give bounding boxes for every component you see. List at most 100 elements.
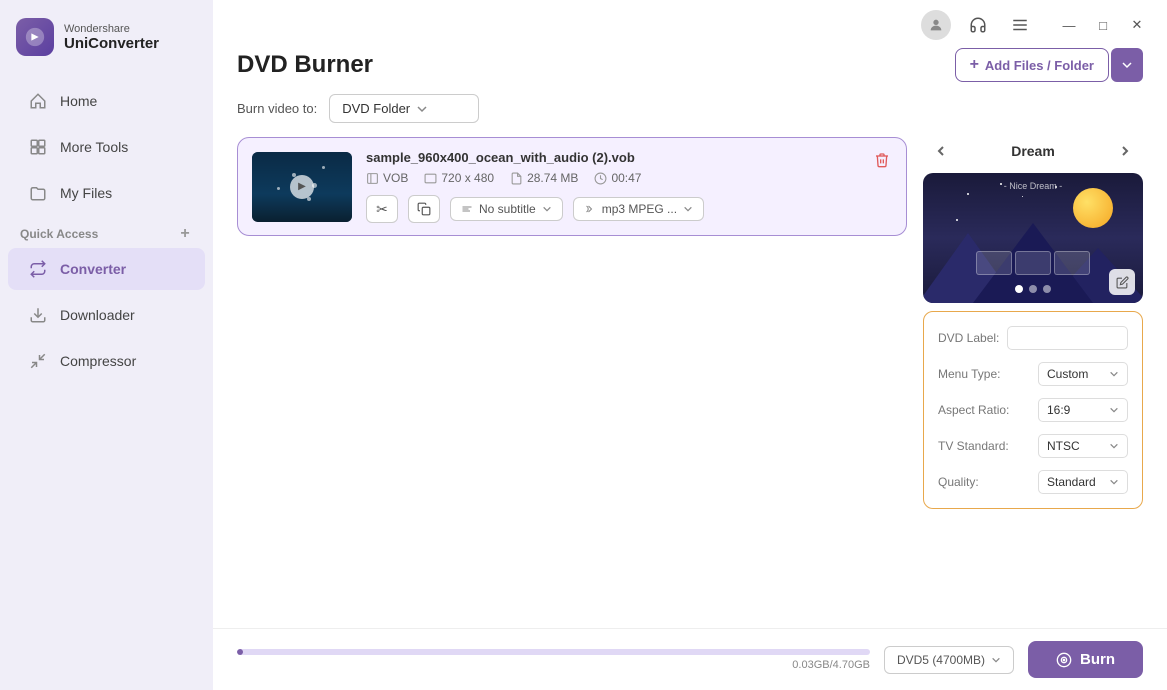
theme-edit-button[interactable] [1109,269,1135,295]
add-files-dropdown-button[interactable] [1111,48,1143,82]
aspect-ratio-label: Aspect Ratio: [938,403,1009,417]
progress-bar-area: 0.03GB/4.70GB [237,649,870,671]
user-avatar-icon[interactable] [921,10,951,40]
tv-standard-chevron-icon [1109,441,1119,451]
downloader-icon [28,305,48,325]
sidebar-item-downloader[interactable]: Downloader [8,294,205,336]
format-icon [366,172,379,185]
theme-dot-2 [1029,285,1037,293]
tv-standard-label: TV Standard: [938,439,1009,453]
main-content: — □ ✕ DVD Burner + Add Files / Folder Bu… [213,0,1167,690]
audio-chevron-icon [683,204,693,214]
logo-brand: Wondershare [64,23,159,35]
burn-to-label: Burn video to: [237,101,317,116]
file-duration-value: 00:47 [611,171,641,185]
burn-to-select[interactable]: DVD Folder [329,94,479,123]
quick-access-add-btn[interactable]: + [177,226,193,242]
logo-name: UniConverter [64,35,159,52]
quality-label: Quality: [938,475,979,489]
moon-decoration [1073,188,1113,228]
audio-icon [584,203,596,215]
sidebar-item-my-files-label: My Files [60,185,112,201]
quality-row: Quality: Standard [938,470,1128,494]
subtitle-value: No subtitle [479,202,536,216]
disc-value: DVD5 (4700MB) [897,653,985,667]
resolution-icon [424,172,437,185]
minimize-button[interactable]: — [1055,11,1083,39]
theme-next-button[interactable] [1111,137,1139,165]
progress-info: 0.03GB/4.70GB [237,659,870,671]
file-size: 28.74 MB [510,171,578,185]
tv-standard-row: TV Standard: NTSC [938,434,1128,458]
burn-to-value: DVD Folder [342,101,410,116]
subtitle-select[interactable]: No subtitle [450,197,563,221]
delete-file-button[interactable] [870,148,894,172]
quality-chevron-icon [1109,477,1119,487]
burn-icon [1056,652,1072,668]
menu-icon[interactable] [1005,10,1035,40]
sidebar-item-downloader-label: Downloader [60,307,135,323]
theme-name: Dream [1011,143,1055,159]
burn-button[interactable]: Burn [1028,641,1143,678]
disc-select[interactable]: DVD5 (4700MB) [884,646,1014,674]
audio-select[interactable]: mp3 MPEG ... [573,197,704,221]
theme-nav: Dream [923,137,1143,173]
copy-button[interactable] [408,195,440,223]
file-name: sample_960x400_ocean_with_audio (2).vob [366,150,892,165]
add-files-area: + Add Files / Folder [955,48,1143,82]
sidebar-item-more-tools[interactable]: More Tools [8,126,205,168]
file-format-value: VOB [383,171,408,185]
quality-select[interactable]: Standard [1038,470,1128,494]
workspace: ▶ sample_960x400_ocean_with_audio (2).vo… [213,137,1167,628]
maximize-button[interactable]: □ [1089,11,1117,39]
bottom-bar: 0.03GB/4.70GB DVD5 (4700MB) Burn [213,628,1167,690]
dvd-label-input[interactable] [1007,326,1128,350]
cut-button[interactable]: ✂ [366,195,398,223]
burn-label: Burn [1080,651,1115,668]
menu-type-select[interactable]: Custom [1038,362,1128,386]
file-meta: VOB 720 x 480 [366,171,892,185]
converter-icon [28,259,48,279]
right-panel: Dream [923,137,1143,628]
chevron-down-icon [416,103,428,115]
sidebar-item-home-label: Home [60,93,97,109]
menu-type-value: Custom [1047,367,1088,381]
file-card: ▶ sample_960x400_ocean_with_audio (2).vo… [237,137,907,236]
sidebar-item-converter[interactable]: Converter [8,248,205,290]
close-button[interactable]: ✕ [1123,11,1151,39]
sidebar-item-my-files[interactable]: My Files [8,172,205,214]
sidebar-item-converter-label: Converter [60,261,126,277]
file-resolution-value: 720 x 480 [441,171,494,185]
theme-dot-3 [1043,285,1051,293]
thumb-mini-2 [1015,251,1051,275]
size-icon [510,172,523,185]
dvd-label-row: DVD Label: [938,326,1128,350]
theme-dot-1 [1015,285,1023,293]
tv-standard-value: NTSC [1047,439,1080,453]
add-files-label: Add Files / Folder [985,58,1094,73]
topbar: — □ ✕ [213,0,1167,40]
headset-icon[interactable] [963,10,993,40]
quality-value: Standard [1047,475,1096,489]
duration-icon [594,172,607,185]
aspect-ratio-select[interactable]: 16:9 [1038,398,1128,422]
sidebar-item-compressor[interactable]: Compressor [8,340,205,382]
tv-standard-select[interactable]: NTSC [1038,434,1128,458]
file-resolution: 720 x 480 [424,171,494,185]
my-files-icon [28,183,48,203]
sidebar-item-home[interactable]: Home [8,80,205,122]
app-logo-icon [16,18,54,56]
sidebar: Wondershare UniConverter Home [0,0,213,690]
file-format: VOB [366,171,408,185]
file-list-area: ▶ sample_960x400_ocean_with_audio (2).vo… [237,137,907,628]
add-files-button[interactable]: + Add Files / Folder [955,48,1109,82]
dvd-label-label: DVD Label: [938,331,999,345]
compressor-icon [28,351,48,371]
theme-prev-button[interactable] [927,137,955,165]
thumb-strip [976,251,1090,275]
theme-preview: - Nice Dream - [923,173,1143,303]
thumb-mini-3 [1054,251,1090,275]
sidebar-item-compressor-label: Compressor [60,353,136,369]
quick-access-section: Quick Access + [0,216,213,246]
theme-nice-dream-label: - Nice Dream - [1004,181,1063,191]
